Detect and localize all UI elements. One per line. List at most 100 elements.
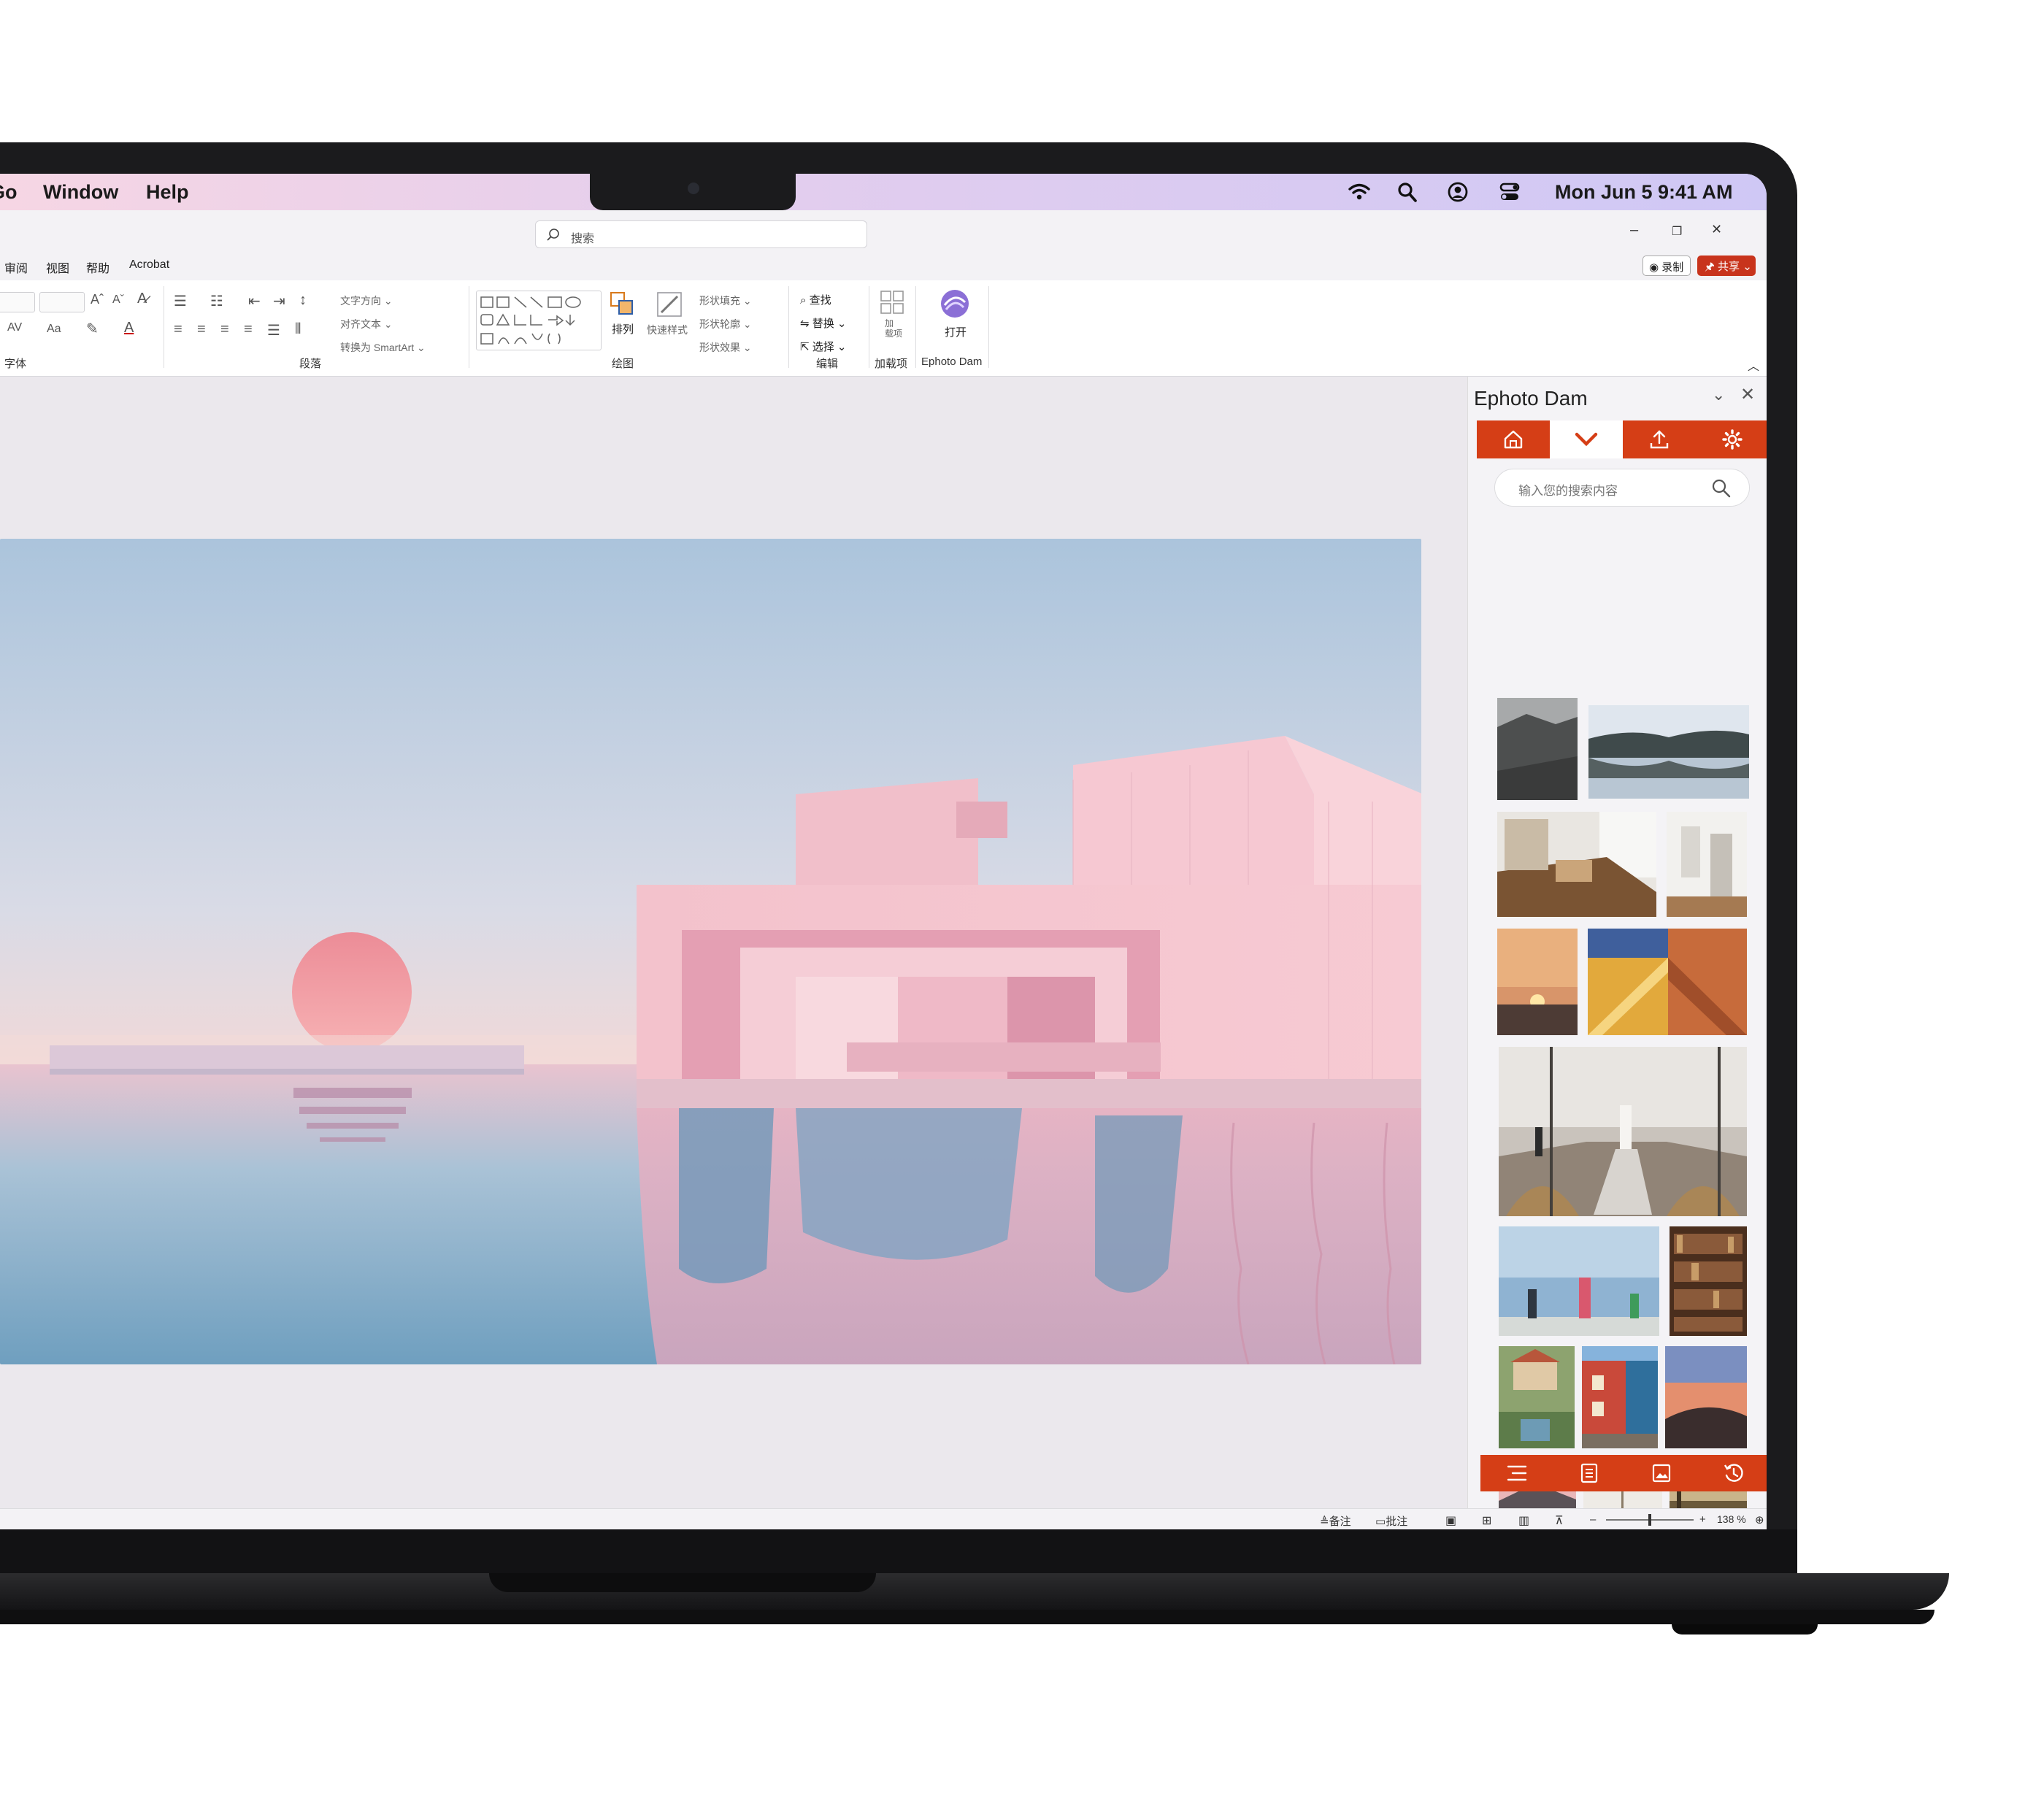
thumbnail-fashion-runway[interactable] — [1499, 1047, 1747, 1216]
thumbnail-rocky-hillside[interactable] — [1497, 698, 1578, 800]
shape-outline-button[interactable]: 形状轮廓 ⌄ — [699, 317, 752, 331]
menu-clock[interactable]: Mon Jun 5 9:41 AM — [1555, 181, 1733, 204]
select-button[interactable]: ⇱ 选择 ⌄ — [800, 339, 847, 354]
tab-help[interactable]: 帮助 — [86, 258, 110, 276]
minimize-button[interactable]: – — [1630, 222, 1638, 239]
font-color-icon[interactable]: A — [124, 320, 134, 337]
pane-image-button[interactable] — [1625, 1455, 1697, 1491]
slide-sorter-icon[interactable]: ⊞ — [1482, 1513, 1491, 1528]
addins-button[interactable]: 加 载项 — [875, 289, 911, 352]
zoom-in-button[interactable]: + — [1699, 1513, 1706, 1526]
app-search-box[interactable]: 搜索 — [535, 220, 867, 248]
ephoto-open-button[interactable]: 打开 — [934, 288, 978, 350]
replace-label: 替换 ⌄ — [812, 318, 847, 330]
thumbnail-white-interior[interactable] — [1667, 812, 1747, 917]
convert-smartart-button[interactable]: 转换为 SmartArt ⌄ — [340, 340, 426, 355]
user-account-icon[interactable] — [1446, 181, 1469, 203]
line-spacing-icon[interactable]: ↕ — [299, 292, 307, 309]
replace-button[interactable]: ⇋ 替换 ⌄ — [800, 315, 847, 331]
thumbnail-image — [1665, 1346, 1747, 1448]
record-button[interactable]: ◉ 录制 — [1642, 256, 1691, 276]
font-size-dropdown[interactable] — [39, 292, 85, 312]
thumbnail-yellow-stairs[interactable] — [1588, 929, 1747, 1035]
thumbnail-image — [1499, 1047, 1747, 1216]
increase-indent-icon[interactable]: ⇥ — [273, 292, 285, 310]
comment-icon: ▭ — [1375, 1516, 1386, 1528]
shapes-gallery[interactable] — [476, 291, 602, 350]
justify-icon[interactable]: ≡ — [244, 321, 253, 338]
reading-view-icon[interactable]: ▥ — [1518, 1513, 1529, 1528]
pane-history-button[interactable] — [1697, 1455, 1767, 1491]
menu-go[interactable]: Go — [0, 181, 18, 204]
numbering-icon[interactable]: ☷ — [210, 292, 223, 310]
laptop-lower-bezel — [0, 1529, 1797, 1573]
control-center-icon[interactable] — [1498, 181, 1521, 203]
shrink-font-icon[interactable]: Aˇ — [112, 293, 124, 307]
restore-button[interactable]: ❐ — [1672, 224, 1682, 239]
notes-button[interactable]: ≜备注 — [1320, 1513, 1351, 1529]
fit-slide-icon[interactable]: ⊕ — [1755, 1513, 1764, 1526]
clear-format-icon[interactable]: A̷ — [137, 291, 147, 307]
thumbnail-sunset-sea[interactable] — [1497, 929, 1578, 1035]
arrange-label: 排列 — [612, 323, 634, 336]
thumbnail-image — [1497, 812, 1656, 917]
list-icon — [1507, 1465, 1526, 1481]
zoom-slider-thumb[interactable] — [1648, 1514, 1651, 1526]
slideshow-icon[interactable]: ⊼ — [1555, 1513, 1564, 1528]
collapse-ribbon-icon[interactable]: ︿ — [1748, 356, 1759, 374]
align-left-icon[interactable]: ≡ — [174, 321, 182, 338]
tab-view[interactable]: 视图 — [46, 258, 69, 276]
close-button[interactable]: ✕ — [1711, 222, 1722, 237]
highlight-icon[interactable]: ✎ — [86, 320, 99, 338]
thumbnail-pink-sunset[interactable] — [1665, 1346, 1747, 1448]
quick-styles-button[interactable]: 快速样式 — [647, 291, 694, 349]
align-center-icon[interactable]: ≡ — [197, 321, 206, 338]
comments-button[interactable]: ▭批注 — [1375, 1513, 1407, 1529]
spotlight-search-icon[interactable] — [1396, 181, 1419, 203]
menu-window[interactable]: Window — [43, 181, 118, 204]
zoom-level[interactable]: 138 % — [1717, 1513, 1746, 1525]
change-case-icon[interactable]: Aa — [47, 323, 61, 336]
tab-acrobat[interactable]: Acrobat — [129, 258, 169, 272]
menu-help[interactable]: Help — [146, 181, 189, 204]
ribbon: Aˆ Aˇ A̷ AV Aa ✎ A 字体 ☰ ☷ ⇤ ⇥ ↕ ≡ ≡ ≡ ≡ … — [0, 280, 1767, 377]
status-bar: ≜备注 ▭批注 ▣ ⊞ ▥ ⊼ – + 138 % ⊕ — [0, 1508, 1767, 1529]
align-right-icon[interactable]: ≡ — [220, 321, 229, 338]
char-spacing-icon[interactable]: AV — [7, 321, 22, 334]
shapes-gallery-icon — [480, 296, 581, 345]
grow-font-icon[interactable]: Aˆ — [91, 292, 104, 307]
slide-image[interactable] — [0, 539, 1421, 1364]
arrange-icon — [610, 292, 633, 315]
pane-list-button[interactable] — [1480, 1455, 1553, 1491]
bullets-icon[interactable]: ☰ — [174, 292, 187, 310]
thumbnail-red-house[interactable] — [1582, 1346, 1658, 1448]
thumbnail-lake-reflection[interactable] — [1588, 705, 1749, 799]
wifi-icon[interactable] — [1348, 181, 1371, 203]
thumbnail-people-sky[interactable] — [1499, 1226, 1659, 1336]
pane-document-button[interactable] — [1553, 1455, 1625, 1491]
replace-icon: ⇋ — [800, 318, 810, 330]
normal-view-icon[interactable]: ▣ — [1445, 1513, 1456, 1528]
ephoto-dam-pane: Ephoto Dam ⌄ ✕ 输入您的搜索内容 — [1467, 377, 1767, 1529]
share-button[interactable]: 🖈 共享 ⌄ — [1697, 256, 1756, 276]
distributed-icon[interactable]: ☰ — [267, 321, 280, 339]
arrange-button[interactable]: 排列 — [609, 291, 638, 349]
shape-fill-button[interactable]: 形状填充 ⌄ — [699, 293, 752, 308]
thumbnail-hillside-village[interactable] — [1499, 1346, 1575, 1448]
thumbnail-bookshelf[interactable] — [1670, 1226, 1747, 1336]
columns-icon[interactable]: ⫴ — [295, 321, 301, 338]
align-text-button[interactable]: 对齐文本 ⌄ — [340, 317, 393, 331]
thumbnail-dining-table[interactable] — [1497, 812, 1656, 917]
paragraph-group-label: 段落 — [299, 358, 322, 370]
thumbnail-image — [1497, 929, 1578, 1035]
zoom-out-button[interactable]: – — [1590, 1513, 1596, 1526]
tab-review[interactable]: 审阅 — [4, 258, 28, 276]
search-icon — [547, 228, 559, 241]
find-button[interactable]: ⌕ 查找 — [800, 292, 831, 307]
font-family-dropdown[interactable] — [0, 292, 35, 312]
decrease-indent-icon[interactable]: ⇤ — [248, 292, 261, 310]
text-direction-button[interactable]: 文字方向 ⌄ — [340, 293, 393, 308]
slide-canvas — [0, 377, 1467, 1508]
shape-effects-button[interactable]: 形状效果 ⌄ — [699, 340, 752, 355]
font-group-label: 字体 — [4, 358, 27, 370]
